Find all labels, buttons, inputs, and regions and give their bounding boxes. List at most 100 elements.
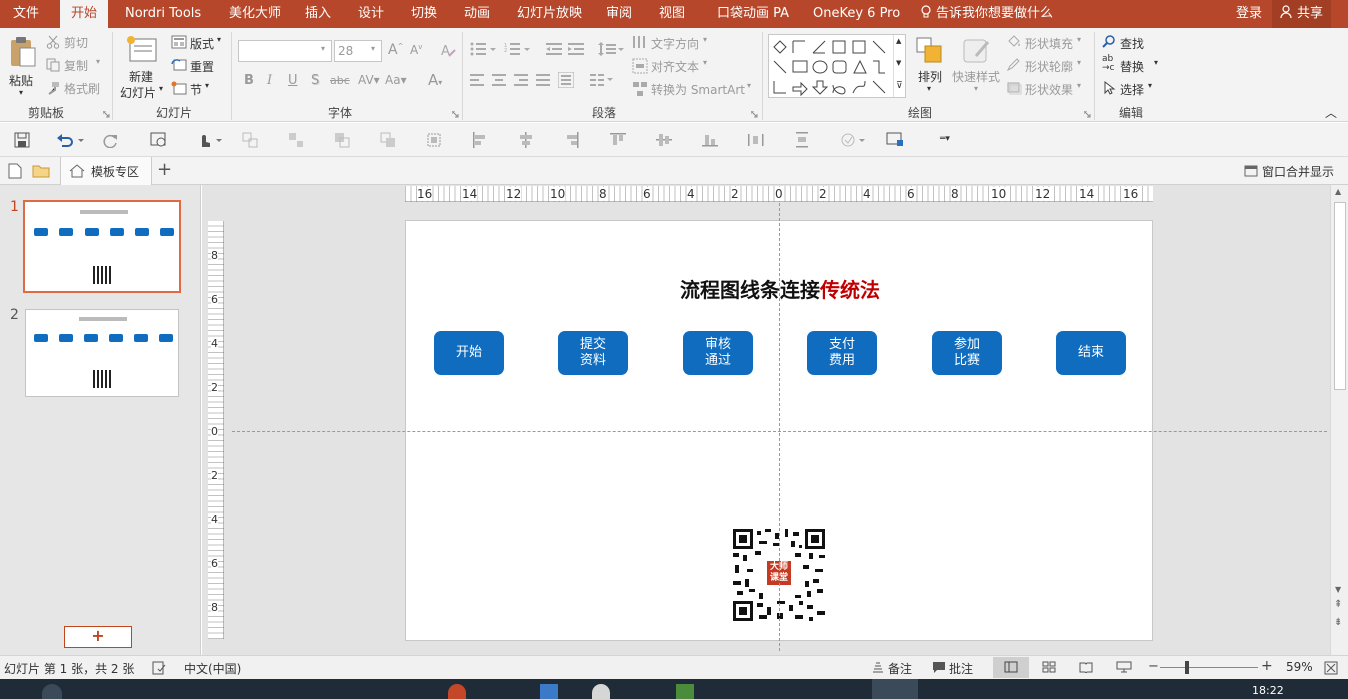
tab-review[interactable]: 审阅 — [606, 0, 632, 28]
arrange-button[interactable]: 排列 ▾ — [911, 34, 949, 100]
italic-icon[interactable]: I — [267, 73, 272, 88]
align-text-label[interactable]: 对齐文本 — [651, 58, 699, 75]
new-file-icon[interactable] — [8, 163, 22, 179]
slideshow-view-icon[interactable] — [1116, 661, 1132, 673]
bold-icon[interactable]: B — [244, 73, 254, 88]
decrease-indent-icon[interactable] — [546, 42, 562, 56]
flow-node-payment[interactable]: 支付 费用 — [807, 331, 877, 375]
flow-node-review[interactable]: 审核 通过 — [683, 331, 753, 375]
font-size-dropdown-icon[interactable]: ▾ — [371, 44, 375, 53]
next-slide-icon[interactable]: ⇟ — [1334, 617, 1342, 628]
previous-slide-icon[interactable]: ⇞ — [1334, 599, 1342, 610]
strikethrough-icon[interactable]: abc — [330, 74, 350, 87]
zoom-slider-thumb[interactable] — [1185, 661, 1189, 674]
quick-styles-button[interactable]: 快速样式 ▾ — [952, 34, 1002, 100]
shapes-gallery[interactable]: ▲ ▼ ⊽ — [768, 34, 906, 98]
taskbar-app-icon[interactable] — [448, 684, 466, 699]
taskbar-app-icon[interactable] — [592, 684, 610, 699]
window-merge-icon[interactable] — [1244, 165, 1258, 177]
reading-view-icon[interactable] — [1079, 661, 1093, 673]
text-direction-icon[interactable] — [632, 35, 648, 51]
flow-node-compete[interactable]: 参加 比赛 — [932, 331, 1002, 375]
gallery-down-icon[interactable]: ▼ — [896, 59, 901, 67]
font-color-icon[interactable]: A▾ — [428, 71, 442, 89]
align-bottom-objects-icon[interactable] — [702, 132, 718, 148]
collapse-ribbon-icon[interactable]: ︿ — [1325, 104, 1337, 121]
vertical-guide[interactable] — [779, 203, 780, 651]
dialog-launcher-icon[interactable] — [751, 111, 758, 118]
shape-style-icon[interactable] — [840, 132, 866, 148]
comments-button[interactable]: 批注 — [930, 656, 980, 678]
flow-node-start[interactable]: 开始 — [434, 331, 504, 375]
align-left-objects-icon[interactable] — [472, 132, 488, 148]
underline-icon[interactable]: U — [288, 73, 298, 88]
send-backward-icon[interactable] — [380, 132, 396, 148]
zoom-in-button[interactable]: + — [1261, 658, 1273, 674]
login-link[interactable]: 登录 — [1236, 0, 1262, 28]
align-right-objects-icon[interactable] — [564, 132, 580, 148]
spell-check-icon[interactable] — [152, 661, 166, 675]
slide-title[interactable]: 流程图线条连接传统法 — [406, 278, 1154, 302]
tab-view[interactable]: 视图 — [659, 0, 685, 28]
text-direction-label[interactable]: 文字方向 — [651, 35, 699, 52]
screen-capture-icon[interactable] — [886, 132, 906, 148]
change-case-icon[interactable]: Aa▾ — [385, 73, 407, 87]
align-right-icon[interactable] — [514, 74, 528, 86]
redo-icon[interactable] — [103, 132, 119, 148]
line-spacing-icon[interactable] — [598, 42, 624, 56]
taskbar-app-icon[interactable] — [42, 684, 62, 699]
template-zone-tab[interactable]: 模板专区 — [60, 157, 152, 185]
align-center-icon[interactable] — [492, 74, 506, 86]
add-slide-button[interactable]: + — [64, 626, 132, 648]
language-indicator[interactable]: 中文(中国) — [184, 660, 241, 677]
normal-view-button[interactable] — [993, 657, 1029, 678]
distributed-icon[interactable] — [558, 72, 574, 88]
ungroup-objects-icon[interactable] — [288, 132, 304, 148]
smartart-icon[interactable] — [632, 81, 648, 97]
scroll-down-icon[interactable]: ▼ — [1335, 585, 1341, 594]
crop-selection-icon[interactable] — [426, 132, 442, 148]
align-middle-objects-icon[interactable] — [656, 132, 672, 148]
tab-file[interactable]: 文件 — [13, 0, 39, 28]
slide-thumbnail-2[interactable] — [25, 309, 179, 397]
flow-node-end[interactable]: 结束 — [1056, 331, 1126, 375]
tab-nordri-tools[interactable]: Nordri Tools — [125, 0, 201, 28]
add-tab-icon[interactable]: + — [157, 159, 172, 180]
flow-node-submit[interactable]: 提交 资料 — [558, 331, 628, 375]
taskbar-active-app[interactable] — [872, 679, 918, 699]
tab-slideshow[interactable]: 幻灯片放映 — [517, 0, 582, 28]
shapes-gallery-scroll[interactable]: ▲ ▼ ⊽ — [893, 35, 906, 97]
shrink-font-icon[interactable]: Av — [410, 43, 422, 57]
shapes-gallery-icons[interactable] — [771, 37, 891, 97]
smartart-label[interactable]: 转换为 SmartArt — [651, 81, 745, 98]
tab-meihua-dashi[interactable]: 美化大师 — [229, 0, 281, 28]
align-top-objects-icon[interactable] — [610, 132, 626, 148]
dialog-launcher-icon[interactable] — [452, 111, 459, 118]
bring-forward-icon[interactable] — [334, 132, 350, 148]
tab-animations[interactable]: 动画 — [464, 0, 490, 28]
undo-icon[interactable] — [56, 132, 84, 148]
notes-button[interactable]: 备注 — [870, 656, 920, 678]
distribute-vertical-icon[interactable] — [794, 132, 810, 148]
taskbar-app-icon[interactable] — [676, 684, 694, 699]
distribute-horizontal-icon[interactable] — [748, 132, 764, 148]
align-left-icon[interactable] — [470, 74, 484, 86]
new-slide-button[interactable]: 新建 幻灯片 ▾ — [119, 34, 165, 100]
text-shadow-icon[interactable]: S — [311, 73, 319, 88]
gallery-up-icon[interactable]: ▲ — [896, 37, 901, 45]
dialog-launcher-icon[interactable] — [1084, 111, 1091, 118]
preview-icon[interactable] — [150, 132, 168, 148]
bullets-icon[interactable] — [470, 42, 496, 56]
scrollbar-thumb[interactable] — [1334, 202, 1346, 390]
tab-insert[interactable]: 插入 — [305, 0, 331, 28]
font-name-input[interactable]: ▾ — [238, 40, 332, 62]
window-merge-label[interactable]: 窗口合并显示 — [1262, 163, 1334, 180]
slide-thumbnail-1[interactable] — [23, 200, 181, 293]
gallery-more-icon[interactable]: ⊽ — [896, 81, 903, 91]
tab-design[interactable]: 设计 — [358, 0, 384, 28]
align-text-icon[interactable] — [632, 58, 648, 74]
scroll-up-icon[interactable]: ▲ — [1335, 187, 1341, 196]
share-button[interactable]: 共享 — [1272, 0, 1332, 28]
grow-font-icon[interactable]: A^ — [388, 42, 403, 58]
group-objects-icon[interactable] — [242, 132, 258, 148]
